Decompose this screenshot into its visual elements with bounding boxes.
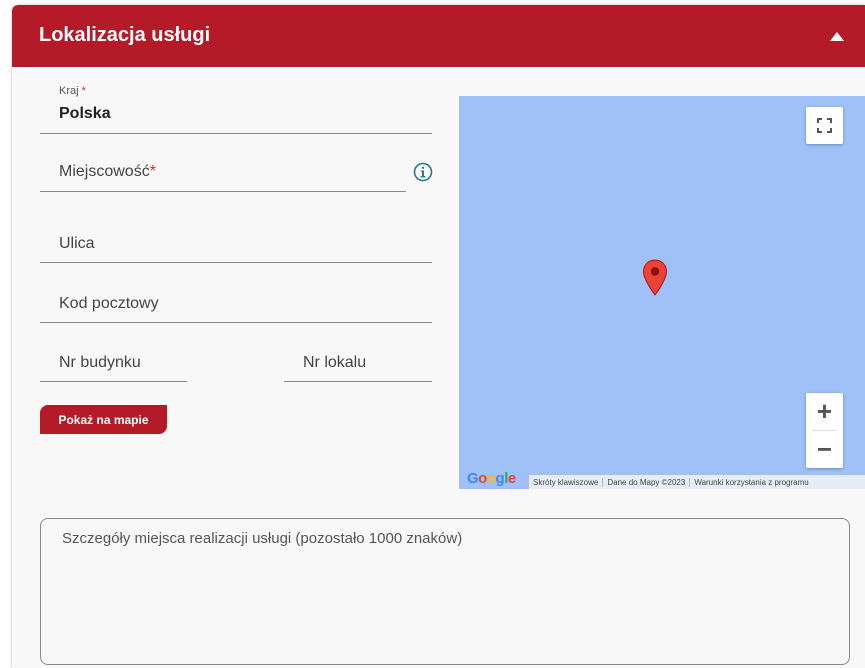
fullscreen-button[interactable] bbox=[806, 107, 843, 144]
location-panel: Lokalizacja usługi Kraj * Polska Miejsco… bbox=[12, 5, 865, 668]
city-placeholder: Miejscowość bbox=[59, 163, 150, 180]
info-icon[interactable] bbox=[413, 162, 433, 182]
postal-code-placeholder: Kod pocztowy bbox=[59, 295, 159, 312]
map-marker-icon[interactable] bbox=[642, 259, 668, 297]
building-number-placeholder: Nr budynku bbox=[59, 354, 141, 371]
panel-title: Lokalizacja usługi bbox=[39, 24, 211, 46]
unit-number-placeholder: Nr lokalu bbox=[303, 354, 367, 371]
fullscreen-icon bbox=[817, 118, 832, 133]
street-field[interactable]: Ulica bbox=[40, 225, 432, 263]
required-mark: * bbox=[149, 163, 156, 180]
panel-header[interactable]: Lokalizacja usługi bbox=[12, 5, 865, 67]
zoom-in-button[interactable]: + bbox=[806, 393, 843, 430]
required-mark: * bbox=[81, 85, 86, 97]
map[interactable]: + − Google Skróty klawiszowe Dane do Map… bbox=[459, 96, 865, 489]
postal-code-field[interactable]: Kod pocztowy bbox=[40, 285, 432, 323]
chevron-up-icon[interactable] bbox=[829, 29, 845, 43]
details-textarea[interactable]: Szczegóły miejsca realizacji usługi (poz… bbox=[40, 518, 850, 665]
show-on-map-button[interactable]: Pokaż na mapie bbox=[40, 405, 167, 434]
zoom-control: + − bbox=[806, 393, 843, 468]
map-data-text: Dane do Mapy ©2023 bbox=[603, 477, 691, 487]
country-label: Kraj bbox=[59, 85, 79, 97]
country-field[interactable]: Kraj * Polska bbox=[40, 85, 432, 134]
details-placeholder: Szczegóły miejsca realizacji usługi (poz… bbox=[62, 530, 463, 547]
city-field[interactable]: Miejscowość* bbox=[40, 153, 406, 192]
map-footer: Skróty klawiszowe Dane do Mapy ©2023 War… bbox=[529, 475, 865, 489]
building-number-field[interactable]: Nr budynku bbox=[40, 345, 187, 382]
keyboard-shortcuts-link[interactable]: Skróty klawiszowe bbox=[529, 477, 604, 487]
street-placeholder: Ulica bbox=[59, 235, 95, 252]
unit-number-field[interactable]: Nr lokalu bbox=[284, 345, 432, 382]
country-value: Polska bbox=[59, 105, 111, 122]
zoom-out-button[interactable]: − bbox=[806, 431, 843, 468]
google-logo[interactable]: Google bbox=[467, 470, 516, 487]
terms-link[interactable]: Warunki korzystania z programu bbox=[690, 478, 812, 487]
